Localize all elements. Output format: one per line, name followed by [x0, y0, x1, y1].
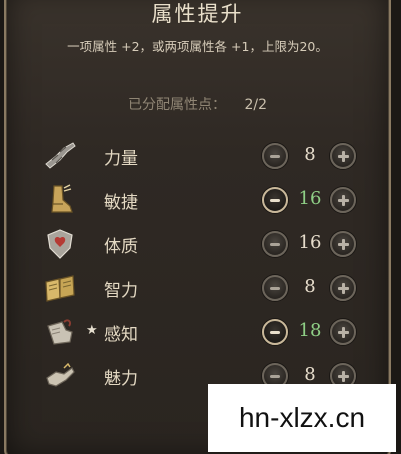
decrease-constitution-button[interactable] — [262, 231, 288, 257]
plus-icon — [337, 150, 349, 162]
attribute-row-intelligence: 智力 8 — [6, 270, 389, 308]
attribute-row-constitution: 体质 16 — [6, 226, 389, 264]
attribute-row-dexterity: 敏捷 16 — [6, 182, 389, 220]
attribute-name: 力量 — [104, 149, 138, 169]
panel-description: 一项属性 +2，或两项属性各 +1，上限为20。 — [67, 39, 328, 54]
minus-icon — [270, 330, 280, 334]
plus-icon — [337, 282, 349, 294]
increase-strength-button[interactable] — [330, 143, 356, 169]
attribute-value: 18 — [298, 320, 322, 341]
points-allocated-row: 已分配属性点： 2/2 — [6, 94, 389, 114]
attribute-value: 16 — [298, 232, 322, 253]
intelligence-book-icon — [45, 275, 75, 302]
plus-icon — [337, 370, 349, 382]
attribute-name: 敏捷 — [104, 193, 138, 213]
attribute-value: 8 — [304, 276, 316, 297]
increase-intelligence-button[interactable] — [330, 275, 356, 301]
constitution-shield-icon — [47, 229, 73, 259]
attribute-value: 16 — [298, 188, 322, 209]
strength-arm-icon — [45, 142, 76, 169]
minus-icon — [270, 242, 280, 246]
plus-icon — [337, 238, 349, 250]
decrease-intelligence-button[interactable] — [262, 275, 288, 301]
points-allocated-label: 已分配属性点： — [128, 97, 226, 113]
attribute-row-wisdom: ★ 感知 18 — [6, 314, 389, 352]
dexterity-boot-icon — [51, 184, 73, 213]
minus-icon — [270, 154, 280, 158]
attribute-star: ★ — [86, 323, 98, 338]
attribute-name: 体质 — [104, 237, 138, 257]
plus-icon — [337, 194, 349, 206]
attribute-value: 8 — [304, 364, 316, 385]
attribute-value: 8 — [304, 144, 316, 165]
charisma-hand-icon — [46, 362, 75, 387]
attribute-name: 魅力 — [104, 369, 138, 389]
decrease-wisdom-button[interactable] — [262, 319, 288, 345]
plus-icon — [337, 326, 349, 338]
wisdom-hand-icon — [47, 319, 73, 345]
points-allocated-value: 2/2 — [244, 97, 267, 113]
increase-dexterity-button[interactable] — [330, 187, 356, 213]
minus-icon — [270, 286, 280, 290]
increase-wisdom-button[interactable] — [330, 319, 356, 345]
increase-constitution-button[interactable] — [330, 231, 356, 257]
attribute-name: 智力 — [104, 281, 138, 301]
decrease-dexterity-button[interactable] — [262, 187, 288, 213]
attribute-row-strength: 力量 8 — [6, 138, 389, 176]
minus-icon — [270, 198, 280, 202]
panel-title: 属性提升 — [151, 2, 244, 26]
minus-icon — [270, 374, 280, 378]
decrease-strength-button[interactable] — [262, 143, 288, 169]
watermark: hn-xlzx.cn — [208, 384, 396, 452]
attribute-name: 感知 — [104, 325, 138, 345]
